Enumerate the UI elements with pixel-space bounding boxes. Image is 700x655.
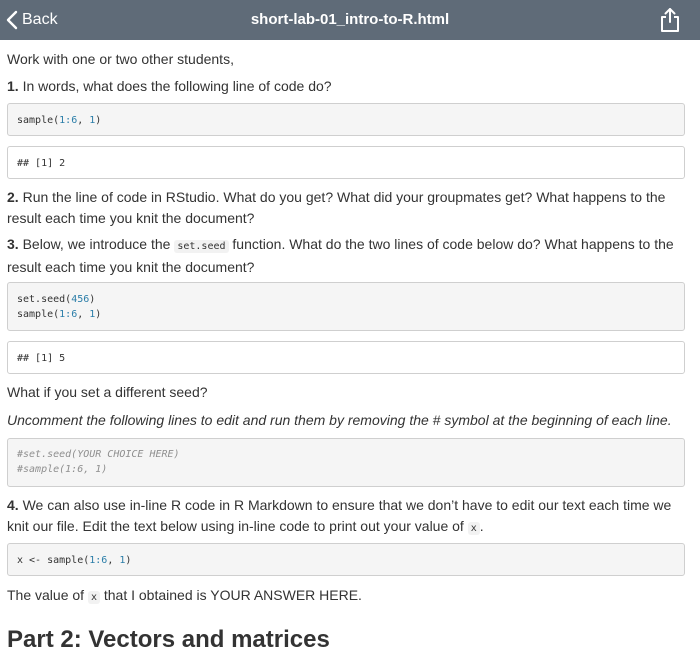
question-3: 3. Below, we introduce the set.seed func… bbox=[7, 234, 687, 278]
code-block-assign-x[interactable]: x <- sample(1:6, 1) bbox=[7, 543, 685, 576]
question-3-number: 3. bbox=[7, 236, 19, 252]
question-1: 1. In words, what does the following lin… bbox=[7, 76, 687, 97]
question-4: 4. We can also use in-line R code in R M… bbox=[7, 495, 687, 539]
inline-code-x: x bbox=[87, 591, 100, 604]
code-token: sample( bbox=[17, 309, 60, 320]
code-number: 1:6 bbox=[89, 555, 108, 566]
code-token: ) bbox=[125, 555, 132, 566]
code-output-1: ## [1] 2 bbox=[7, 146, 685, 179]
question-4-number: 4. bbox=[7, 497, 19, 513]
back-button[interactable]: Back bbox=[6, 0, 58, 40]
code-number: 1:6 bbox=[59, 115, 78, 126]
seed-question: What if you set a different seed? bbox=[7, 384, 208, 400]
uncomment-instruction: Uncomment the following lines to edit an… bbox=[7, 412, 672, 428]
top-bar: Back short-lab-01_intro-to-R.html bbox=[0, 0, 700, 40]
question-2-text: Run the line of code in RStudio. What do… bbox=[7, 189, 666, 226]
code-token: , bbox=[77, 309, 90, 320]
question-3-text-a: Below, we introduce the bbox=[22, 236, 171, 252]
code-token: , bbox=[107, 555, 120, 566]
inline-code-x: x bbox=[467, 522, 480, 535]
question-2-number: 2. bbox=[7, 189, 19, 205]
code-block-sample[interactable]: sample(1:6, 1) bbox=[7, 103, 685, 136]
code-output-3: ## [1] 5 bbox=[7, 341, 685, 374]
answer-text-b: that I obtained is YOUR ANSWER HERE. bbox=[103, 587, 362, 603]
question-2: 2. Run the line of code in RStudio. What… bbox=[7, 187, 687, 229]
question-4-text-b: . bbox=[479, 518, 484, 534]
code-token: set.seed( bbox=[17, 294, 72, 305]
code-number: 1:6 bbox=[59, 309, 78, 320]
question-4-text-a: We can also use in-line R code in R Mark… bbox=[7, 497, 672, 534]
back-label: Back bbox=[22, 11, 58, 28]
code-token: ) bbox=[95, 115, 102, 126]
output-line: ## [1] 5 bbox=[17, 353, 66, 364]
share-button[interactable] bbox=[658, 7, 682, 33]
comment-line: #sample(1:6, 1) bbox=[17, 464, 108, 475]
page-title: short-lab-01_intro-to-R.html bbox=[250, 11, 450, 28]
code-token: ) bbox=[95, 309, 102, 320]
code-block-commented[interactable]: #set.seed(YOUR CHOICE HERE) #sample(1:6,… bbox=[7, 438, 685, 487]
comment-line: #set.seed(YOUR CHOICE HERE) bbox=[17, 449, 180, 460]
answer-text-a: The value of bbox=[7, 587, 85, 603]
chevron-left-icon bbox=[6, 10, 18, 30]
code-token: x <- sample( bbox=[17, 555, 90, 566]
code-number: 456 bbox=[71, 294, 90, 305]
code-token: , bbox=[77, 115, 90, 126]
code-token: sample( bbox=[17, 115, 60, 126]
inline-code-set-seed: set.seed bbox=[174, 240, 229, 253]
question-1-number: 1. bbox=[7, 78, 19, 94]
question-1-text: In words, what does the following line o… bbox=[22, 78, 332, 94]
code-block-set-seed[interactable]: set.seed(456) sample(1:6, 1) bbox=[7, 282, 685, 331]
section-heading-part-2: Part 2: Vectors and matrices bbox=[7, 626, 330, 653]
code-token: ) bbox=[89, 294, 96, 305]
intro-text: Work with one or two other students, bbox=[7, 51, 234, 67]
answer-text: The value of x that I obtained is YOUR A… bbox=[7, 585, 687, 608]
share-icon bbox=[661, 8, 679, 32]
output-line: ## [1] 2 bbox=[17, 158, 66, 169]
